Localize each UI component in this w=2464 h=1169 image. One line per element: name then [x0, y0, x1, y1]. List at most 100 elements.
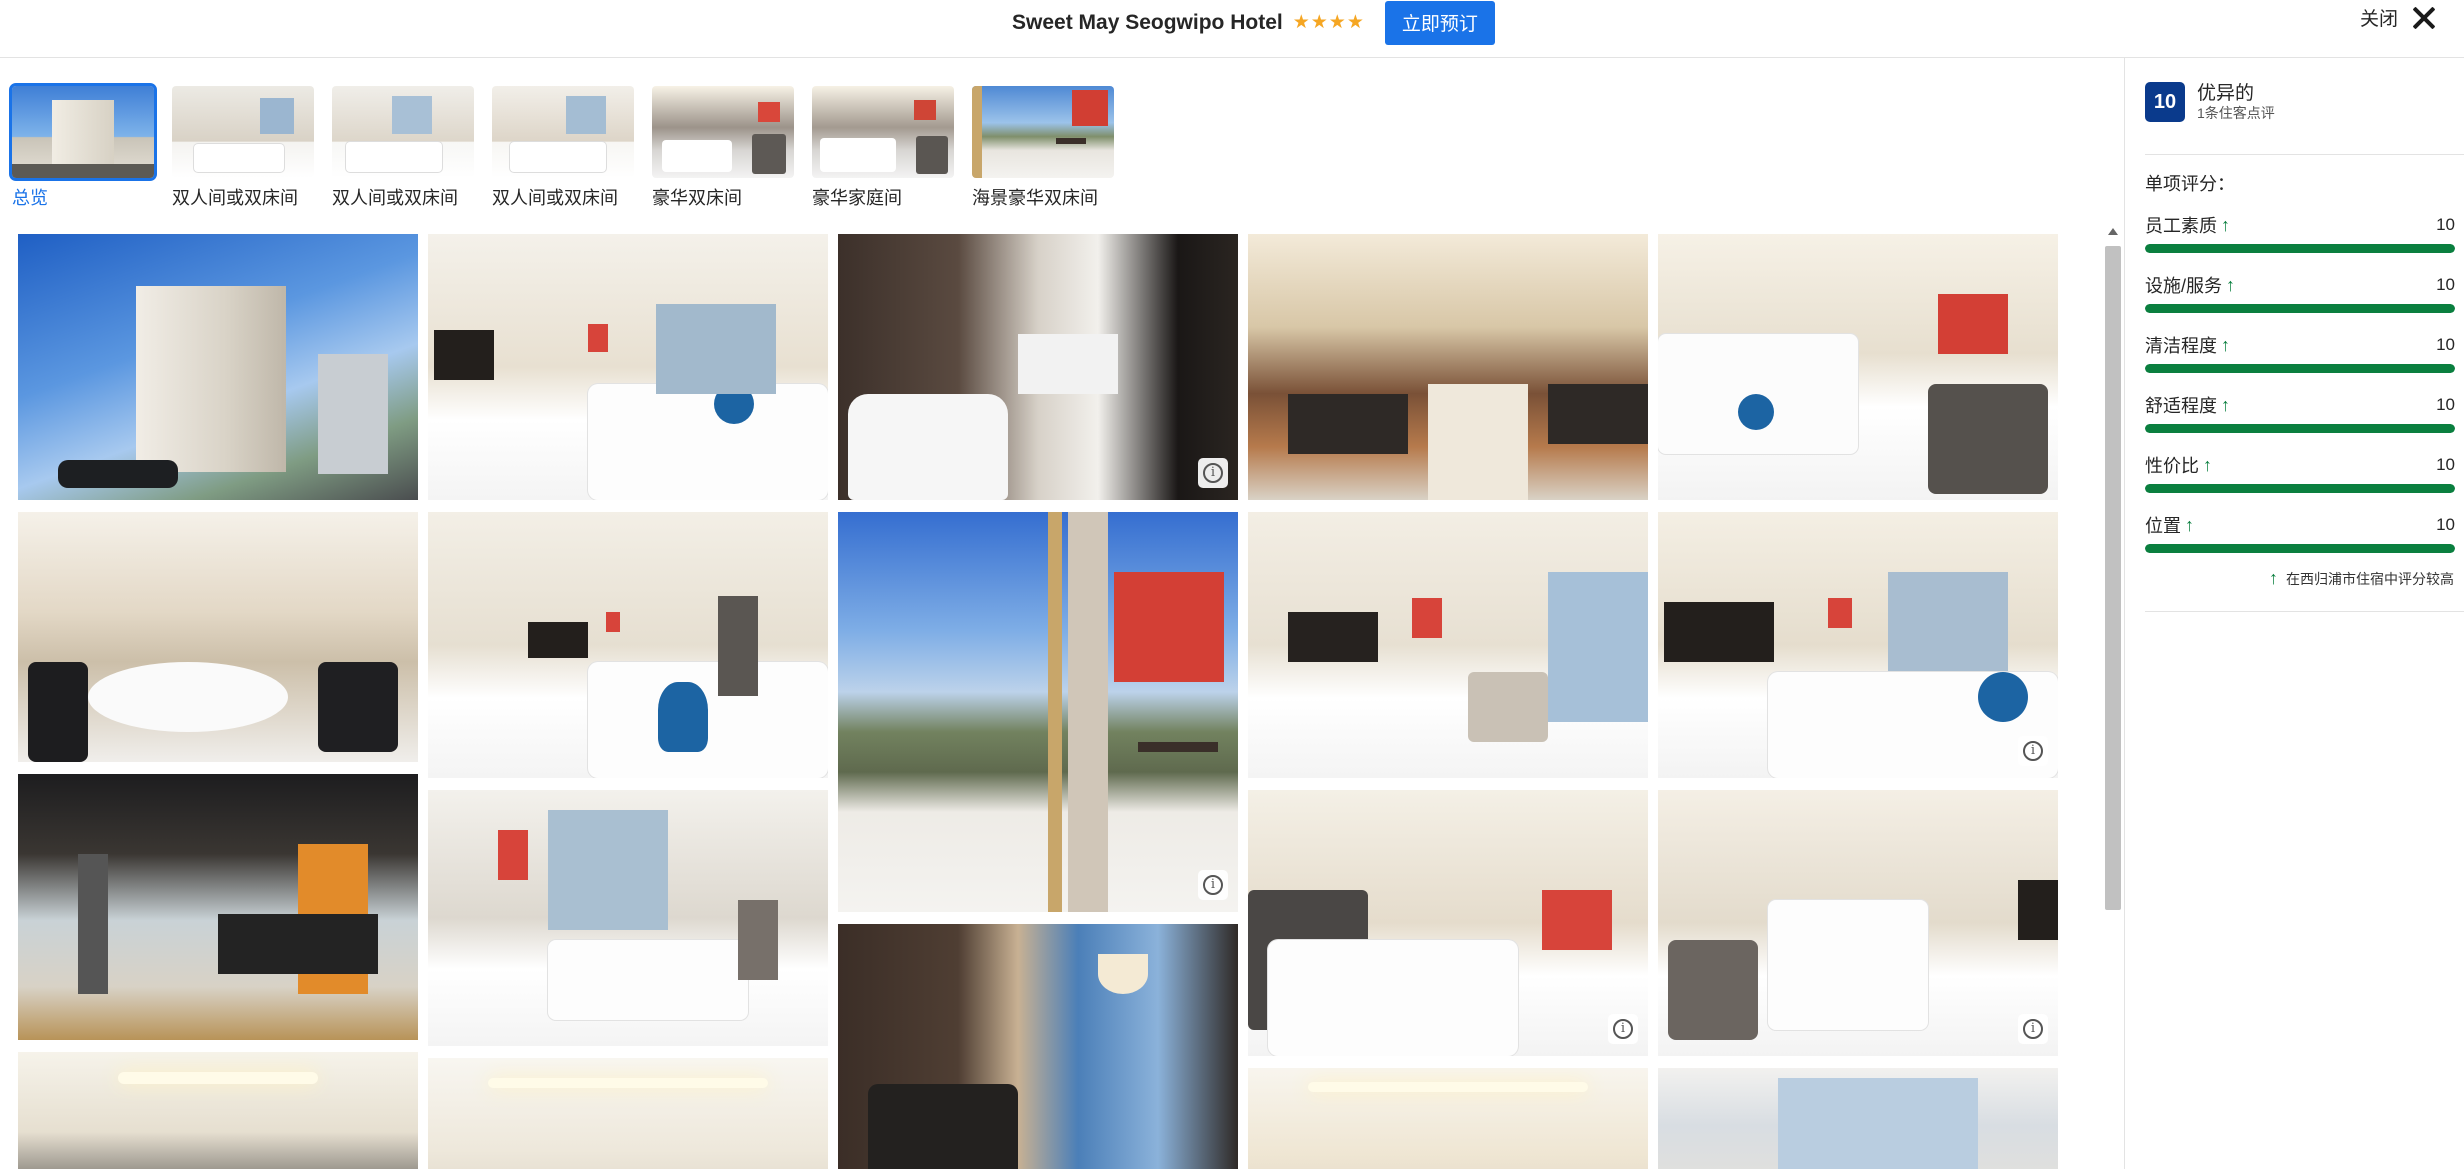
top-bar: Sweet May Seogwipo Hotel ★★★★ 立即预订 关闭 — [0, 0, 2464, 58]
rating-bar-fill — [2145, 424, 2455, 433]
thumb-deluxe-twin[interactable]: 豪华双床间 — [652, 86, 794, 210]
photo-hotel-exterior[interactable] — [18, 234, 418, 500]
arrow-up-icon: ↑ — [2203, 454, 2212, 475]
score-badge: 10 — [2145, 82, 2185, 122]
info-icon[interactable]: i — [1198, 458, 1228, 488]
close-label: 关闭 — [2359, 9, 2398, 30]
rating-bar-fill — [2145, 364, 2455, 373]
thumb-label: 海景豪华双床间 — [972, 188, 1098, 208]
rating-bar-fill — [2145, 544, 2455, 553]
rating-label: 舒适程度 — [2145, 396, 2217, 416]
hotel-name: Sweet May Seogwipo Hotel — [1012, 10, 1283, 34]
photo-seaview-room[interactable]: i — [838, 512, 1238, 912]
photo-room-window[interactable] — [1658, 1068, 2058, 1169]
close-button[interactable]: 关闭 — [2360, 4, 2436, 31]
thumb-image[interactable] — [812, 86, 954, 178]
arrow-up-icon: ↑ — [2221, 214, 2230, 235]
rating-value: 10 — [2436, 275, 2455, 294]
thumb-label: 双人间或双床间 — [172, 188, 298, 208]
star-rating: ★★★★ — [1292, 12, 1365, 33]
photo-room-twin-1[interactable] — [1658, 234, 2058, 500]
arrow-up-icon: ↑ — [2269, 568, 2278, 588]
sub-ratings-title: 单项评分： — [2145, 174, 2235, 194]
photo-sea-lounge[interactable] — [838, 924, 1238, 1169]
thumb-image[interactable] — [9, 83, 157, 181]
close-icon[interactable] — [2412, 6, 2436, 30]
rating-bar — [2145, 244, 2455, 253]
score-text: 优异的 1条住客点评 — [2197, 83, 2275, 121]
divider — [2145, 154, 2464, 155]
thumb-image[interactable] — [972, 86, 1114, 178]
rating-label: 清洁程度 — [2145, 336, 2217, 356]
rating-bar-fill — [2145, 304, 2455, 313]
rating-bar — [2145, 424, 2455, 433]
review-panel: 10 优异的 1条住客点评 单项评分： 员工素质 ↑ 10 设施/服务 ↑ 10 清洁程… — [2124, 58, 2464, 1169]
thumb-label: 豪华家庭间 — [812, 188, 902, 208]
grid-scrollbar[interactable] — [2104, 226, 2122, 1169]
photo-room-twin-4[interactable]: i — [1248, 790, 1648, 1056]
thumb-label: 双人间或双床间 — [492, 188, 618, 208]
score-word: 优异的 — [2197, 83, 2255, 104]
review-score-header: 10 优异的 1条住客点评 — [2145, 82, 2275, 122]
scroll-up-arrow-icon[interactable] — [2108, 228, 2118, 235]
rating-value: 10 — [2436, 395, 2455, 414]
rating-label: 设施/服务 — [2145, 276, 2223, 296]
thumb-seaview-deluxe-twin[interactable]: 海景豪华双床间 — [972, 86, 1114, 210]
hotel-header: Sweet May Seogwipo Hotel ★★★★ 立即预订 — [1012, 0, 1495, 45]
rating-value-for-money: 性价比 ↑ 10 — [2145, 454, 2455, 493]
photo-room-double-3[interactable]: i — [1658, 512, 2058, 778]
arrow-up-icon: ↑ — [2221, 334, 2230, 355]
photo-room-double-2[interactable] — [428, 512, 828, 778]
photo-room-double-1[interactable] — [428, 234, 828, 500]
photo-room-ceiling-2[interactable] — [1248, 1068, 1648, 1169]
photo-banquet-hall[interactable] — [18, 512, 418, 762]
rating-location: 位置 ↑ 10 — [2145, 514, 2455, 553]
info-icon[interactable]: i — [2018, 736, 2048, 766]
rating-value: 10 — [2436, 515, 2455, 534]
rating-bar — [2145, 544, 2455, 553]
photo-room-desk[interactable] — [1248, 512, 1648, 778]
photo-room-twin-3[interactable] — [428, 790, 828, 1046]
thumb-image[interactable] — [652, 86, 794, 178]
rating-value: 10 — [2436, 335, 2455, 354]
info-icon[interactable]: i — [2018, 1014, 2048, 1044]
thumb-overview[interactable]: 总览 — [9, 83, 157, 210]
thumb-image[interactable] — [332, 86, 474, 178]
rating-cleanliness: 清洁程度 ↑ 10 — [2145, 334, 2455, 373]
arrow-up-icon: ↑ — [2221, 394, 2230, 415]
thumb-label: 总览 — [12, 188, 48, 208]
photo-fitness-room[interactable] — [18, 774, 418, 1040]
thumb-label: 豪华双床间 — [652, 188, 742, 208]
photo-room-ceiling[interactable] — [428, 1058, 828, 1169]
rating-comfort: 舒适程度 ↑ 10 — [2145, 394, 2455, 433]
rating-label: 位置 — [2145, 516, 2181, 536]
rating-staff: 员工素质 ↑ 10 — [2145, 214, 2455, 253]
rating-label: 性价比 — [2145, 456, 2199, 476]
note-text: 在西归浦市住宿中评分较高 — [2286, 570, 2454, 587]
rating-bar-fill — [2145, 244, 2455, 253]
rating-value: 10 — [2436, 455, 2455, 474]
thumb-deluxe-family[interactable]: 豪华家庭间 — [812, 86, 954, 210]
high-score-note: ↑ 在西归浦市住宿中评分较高 — [2269, 568, 2454, 589]
photo-room-tv[interactable] — [18, 1052, 418, 1169]
scroll-thumb[interactable] — [2105, 246, 2121, 910]
arrow-up-icon: ↑ — [2185, 514, 2194, 535]
divider — [2145, 611, 2464, 612]
category-thumbnails: 总览 双人间或双床间 双人间或双床间 双人间或双床间 豪华双床间 豪华家庭间 海… — [9, 83, 1114, 210]
thumb-double-twin-3[interactable]: 双人间或双床间 — [492, 86, 634, 210]
thumb-double-twin-1[interactable]: 双人间或双床间 — [172, 86, 314, 210]
rating-bar-fill — [2145, 484, 2455, 493]
info-icon[interactable]: i — [1608, 1014, 1638, 1044]
info-icon[interactable]: i — [1198, 870, 1228, 900]
rating-value: 10 — [2436, 215, 2455, 234]
thumb-image[interactable] — [492, 86, 634, 178]
photo-bathroom[interactable]: i — [838, 234, 1238, 500]
thumb-label: 双人间或双床间 — [332, 188, 458, 208]
book-now-button[interactable]: 立即预订 — [1384, 0, 1495, 45]
thumb-image[interactable] — [172, 86, 314, 178]
photo-grid: i i i i i — [18, 234, 2064, 1169]
arrow-up-icon: ↑ — [2226, 274, 2236, 295]
thumb-double-twin-2[interactable]: 双人间或双床间 — [332, 86, 474, 210]
photo-room-twin-2[interactable]: i — [1658, 790, 2058, 1056]
photo-restaurant[interactable] — [1248, 234, 1648, 500]
